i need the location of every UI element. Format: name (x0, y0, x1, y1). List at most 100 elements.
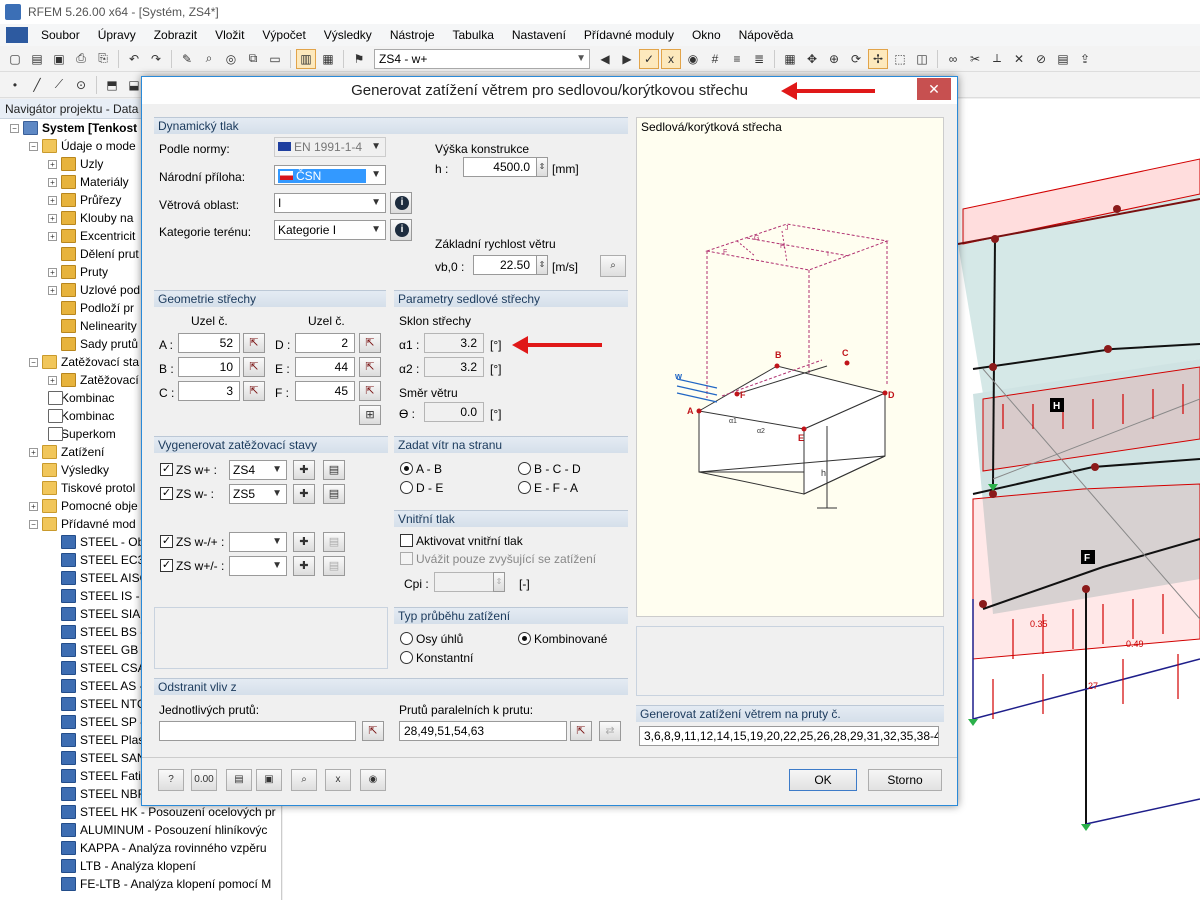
expand-icon[interactable]: + (48, 177, 57, 187)
wplus-checkbox[interactable]: ✓ (160, 463, 173, 476)
undo-icon[interactable]: ↶ (124, 49, 144, 69)
node-tool-icon[interactable]: • (5, 75, 25, 95)
member-tool-icon[interactable]: ⟋ (49, 75, 69, 95)
zoom-icon[interactable]: ⊕ (824, 49, 844, 69)
cpi-input[interactable] (434, 572, 494, 592)
pan-icon[interactable]: ✢ (868, 48, 888, 69)
search-icon[interactable]: ⌕ (199, 49, 219, 69)
pick-node-e-icon[interactable]: ⇱ (359, 357, 381, 377)
annex-select[interactable]: ČSN ▼ (274, 165, 386, 185)
menu-item[interactable]: Nápověda (730, 28, 803, 42)
close-button[interactable]: ✕ (917, 78, 951, 100)
loadcase-icon[interactable]: ⚑ (349, 49, 369, 69)
dimension-tool-icon[interactable]: ⊙ (71, 75, 91, 95)
node-a-input[interactable]: 52 (178, 333, 240, 353)
expand-icon[interactable]: + (48, 159, 57, 169)
new-loadcase-icon[interactable]: ✚ (293, 484, 315, 504)
collapse-icon[interactable]: − (29, 141, 38, 151)
radio-a-b[interactable] (400, 462, 413, 475)
divide-icon[interactable]: ⊘ (1031, 49, 1051, 69)
edit-loadcase-icon[interactable]: ▤ (323, 556, 345, 576)
pick-node-a-icon[interactable]: ⇱ (243, 333, 265, 353)
collapse-icon[interactable]: − (10, 123, 19, 133)
radio-constant[interactable] (400, 651, 413, 664)
new-loadcase-icon[interactable]: ✚ (293, 460, 315, 480)
grid-icon[interactable]: ▦ (780, 49, 800, 69)
view-icon[interactable]: ◉ (360, 769, 386, 791)
delete-icon[interactable]: ✕ (1009, 49, 1029, 69)
menu-item[interactable]: Okno (683, 28, 730, 42)
view-xz-icon[interactable]: ⬒ (102, 75, 122, 95)
target-icon[interactable]: ◎ (221, 49, 241, 69)
wminus-checkbox[interactable]: ✓ (160, 487, 173, 500)
wplus-select[interactable]: ZS4 ▼ (229, 460, 287, 480)
menu-item[interactable]: Výpočet (253, 28, 314, 42)
menu-item[interactable]: Přídavné moduly (575, 28, 683, 42)
tree-item[interactable]: FE-LTB - Analýza klopení pomocí M (0, 875, 281, 893)
node-d-input[interactable]: 2 (295, 333, 355, 353)
clipboard-icon[interactable]: ▭ (265, 49, 285, 69)
next-icon[interactable]: ▶ (617, 49, 637, 69)
increasing-load-checkbox[interactable] (400, 552, 413, 565)
pick-node-d-icon[interactable]: ⇱ (359, 333, 381, 353)
zoom-details-icon[interactable]: ⌕ (291, 769, 317, 791)
select-icon[interactable]: ⬚ (890, 49, 910, 69)
pick-node-b-icon[interactable]: ⇱ (243, 357, 265, 377)
menu-item[interactable]: Úpravy (89, 28, 145, 42)
radio-d-e[interactable] (400, 481, 413, 494)
expand-icon[interactable]: + (48, 213, 57, 223)
new-file-icon[interactable]: ▢ (5, 49, 25, 69)
menu-item[interactable]: Nástroje (381, 28, 444, 42)
link-icon[interactable]: ∞ (943, 49, 963, 69)
wmp-select[interactable]: ▼ (229, 532, 287, 552)
terrain-info-button[interactable]: i (390, 219, 412, 241)
cancel-button[interactable]: Storno (868, 769, 942, 791)
vb-details-button[interactable]: ⌕ (600, 255, 626, 277)
view-icon[interactable]: ◫ (912, 49, 932, 69)
mirror-icon[interactable]: ⟂ (987, 49, 1007, 69)
wmp-checkbox[interactable]: ✓ (160, 535, 173, 548)
show-results-icon[interactable]: ✓ (639, 48, 659, 69)
collapse-icon[interactable]: − (29, 519, 38, 529)
single-members-input[interactable] (159, 721, 356, 741)
internal-pressure-checkbox[interactable] (400, 534, 413, 547)
edit-loadcase-icon[interactable]: ▤ (323, 484, 345, 504)
expand-icon[interactable]: + (29, 501, 38, 511)
clear-parallel-members-icon[interactable]: ⇄ (599, 721, 621, 741)
report-icon[interactable]: ▤ (1053, 49, 1073, 69)
copy-icon[interactable]: ⧉ (243, 49, 263, 69)
expand-icon[interactable]: + (48, 231, 57, 241)
pick-single-members-icon[interactable]: ⇱ (362, 721, 384, 741)
help-icon[interactable]: ? (158, 769, 184, 791)
expand-icon[interactable]: + (48, 375, 57, 385)
radio-angle-axes[interactable] (400, 632, 413, 645)
pick-all-nodes-icon[interactable]: ⊞ (359, 405, 381, 425)
tree-item[interactable]: LTB - Analýza klopení (0, 857, 281, 875)
menu-item[interactable]: Výsledky (315, 28, 381, 42)
expand-icon[interactable]: + (48, 195, 57, 205)
members-input[interactable]: 3,6,8,9,11,12,14,15,19,20,22,25,26,28,29… (639, 726, 939, 746)
ok-button[interactable]: OK (789, 769, 857, 791)
units-icon[interactable]: 0.00 (191, 769, 217, 791)
radio-b-c-d[interactable] (518, 462, 531, 475)
vb-input[interactable]: 22.50 (473, 255, 537, 275)
loadcase-combo[interactable]: ZS4 - w+ ▼ (374, 48, 590, 69)
redo-icon[interactable]: ↷ (146, 49, 166, 69)
print-preview-icon[interactable]: ⎘ (93, 49, 113, 69)
scissors-icon[interactable]: ✂ (965, 49, 985, 69)
numbering-icon[interactable]: # (705, 49, 725, 69)
edit-icon[interactable]: ✎ (177, 49, 197, 69)
height-spinner[interactable]: ⇕ (536, 157, 548, 177)
height-input[interactable]: 4500.0 (463, 157, 537, 177)
open-template-icon[interactable]: ▤ (226, 769, 252, 791)
export-icon[interactable]: ⇪ (1075, 49, 1095, 69)
cpi-spinner[interactable]: ⇕ (493, 572, 505, 592)
table-view-icon[interactable]: ▥ (296, 48, 316, 69)
radio-e-f-a[interactable] (518, 481, 531, 494)
norm-select[interactable]: EN 1991-1-4 ▼ (274, 137, 386, 157)
menu-item[interactable]: Vložit (206, 28, 253, 42)
terrain-select[interactable]: Kategorie I ▼ (274, 220, 386, 240)
parallel-members-input[interactable]: 28,49,51,54,63 (399, 721, 567, 741)
wpm-select[interactable]: ▼ (229, 556, 287, 576)
line-tool-icon[interactable]: ╱ (27, 75, 47, 95)
